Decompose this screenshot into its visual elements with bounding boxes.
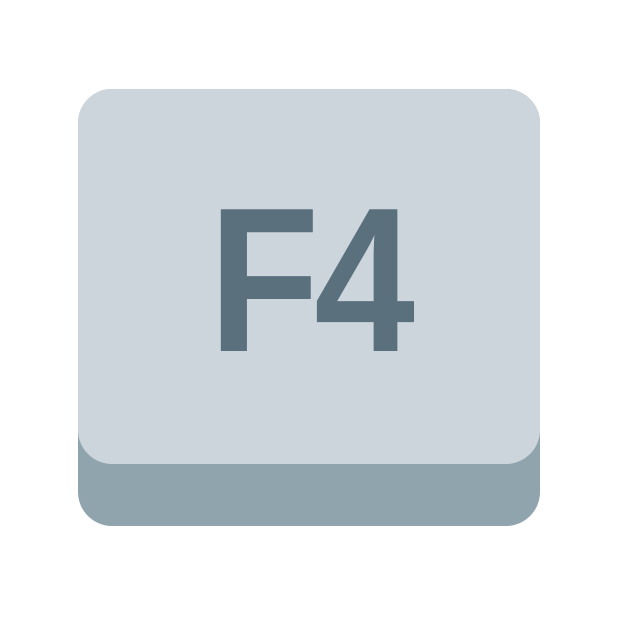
stage: F4	[0, 0, 618, 618]
key-top: F4	[78, 89, 540, 464]
f4-key-icon: F4	[78, 89, 540, 526]
key-label: F4	[208, 164, 415, 395]
